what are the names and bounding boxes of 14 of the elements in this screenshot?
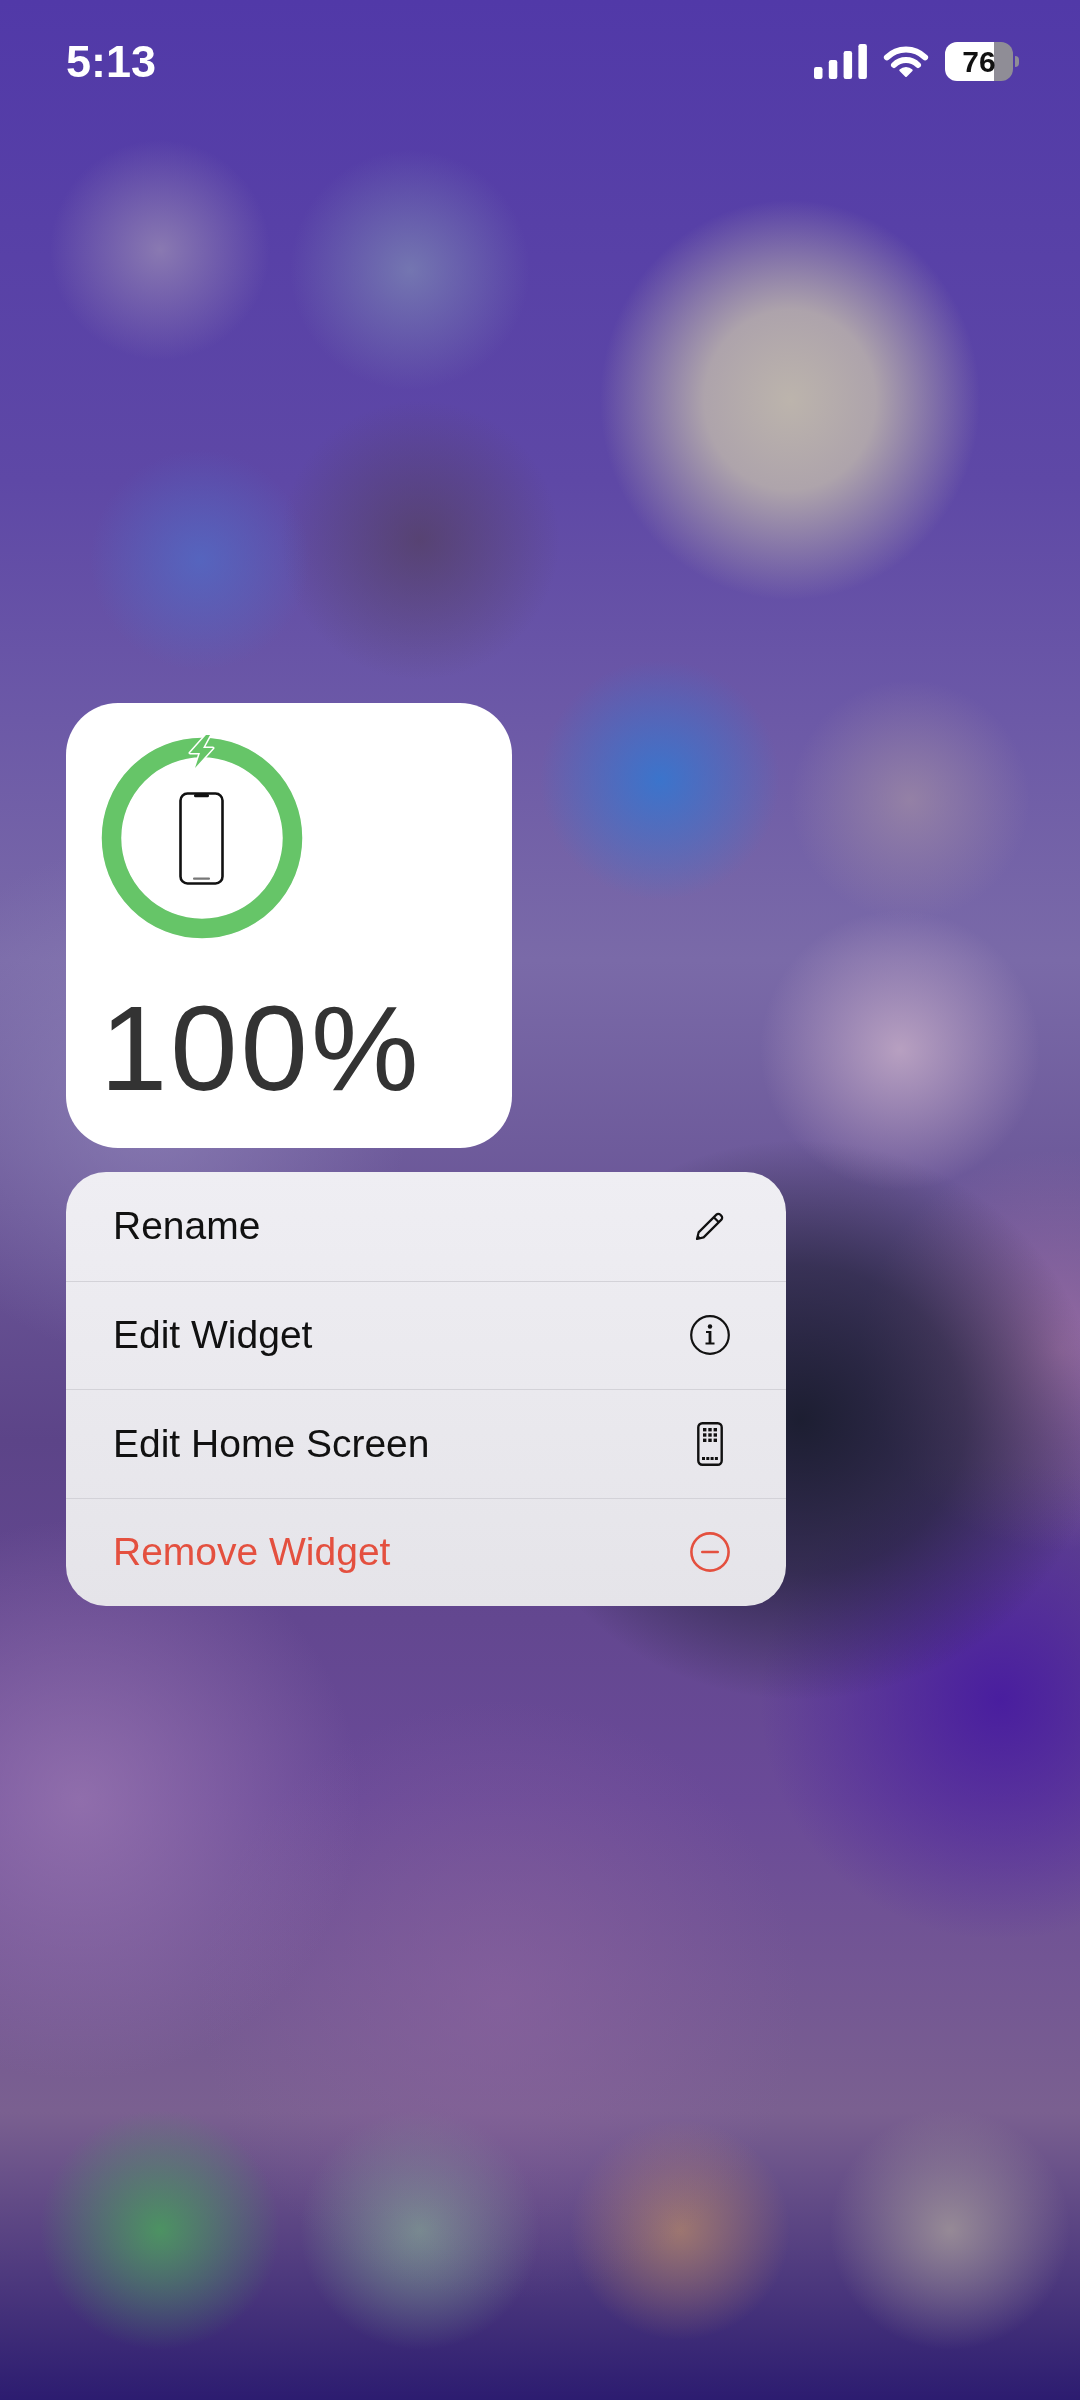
- battery-widget[interactable]: 100%: [66, 703, 512, 1148]
- status-time: 5:13: [66, 38, 157, 84]
- menu-item[interactable]: Edit Home Screen: [66, 1389, 786, 1498]
- wifi-icon: [881, 44, 931, 78]
- menu-item[interactable]: Edit Widget: [66, 1280, 786, 1389]
- phone-icon: [179, 792, 224, 885]
- battery-percentage: 76: [945, 41, 1013, 81]
- phone-app-grid-icon: [697, 1421, 723, 1466]
- battery-tip-icon: [1015, 55, 1019, 67]
- info-icon: [690, 1315, 730, 1356]
- battery-percent-text: 100%: [99, 988, 423, 1109]
- minus-circle-icon: [690, 1532, 730, 1573]
- signal-bars-icon: [814, 43, 867, 79]
- menu-item[interactable]: Rename: [66, 1172, 786, 1281]
